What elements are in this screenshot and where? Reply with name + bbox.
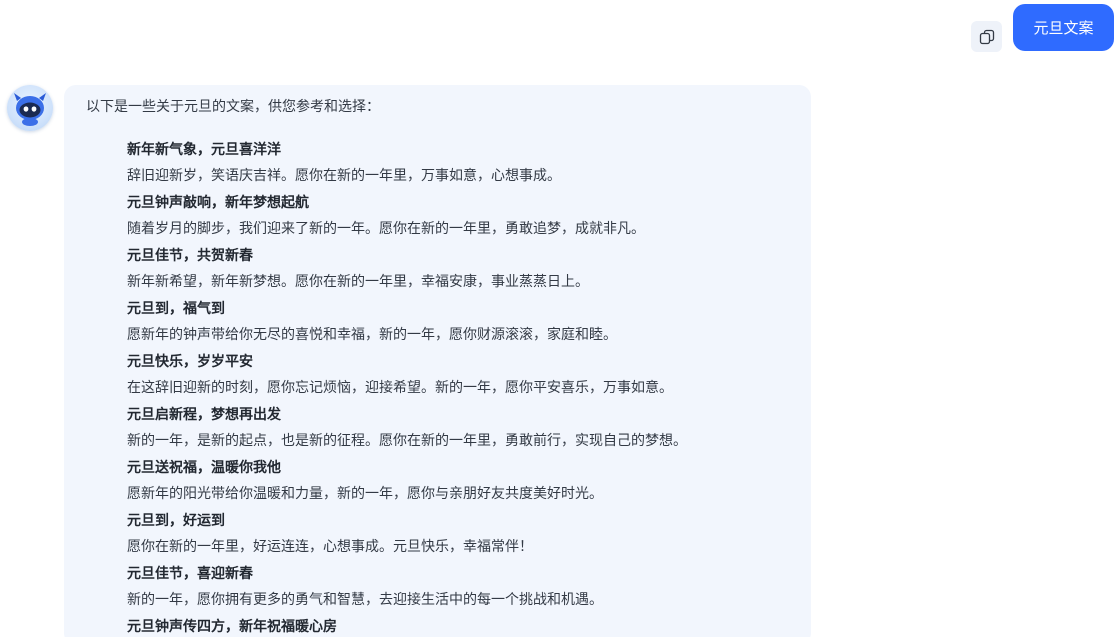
entry-body: 辞旧迎新岁，笑语庆吉祥。愿你在新的一年里，万事如意，心想事成。 — [127, 168, 561, 184]
copy-icon — [979, 29, 995, 45]
chat-page: 元旦文案 以下是一些关于元旦的文案，供您参考和选择： 新年新气象，元旦喜洋洋 辞… — [0, 0, 1120, 637]
entry-body: 在这辞旧迎新的时刻，愿你忘记烦恼，迎接希望。新的一年，愿你平安喜乐，万事如意。 — [127, 380, 673, 396]
entry-title: 元旦佳节，喜迎新春 — [127, 566, 253, 582]
copywriting-list: 新年新气象，元旦喜洋洋 辞旧迎新岁，笑语庆吉祥。愿你在新的一年里，万事如意，心想… — [127, 137, 797, 637]
entry-title: 元旦到，好运到 — [127, 513, 225, 529]
list-item: 元旦到，福气到 愿新年的钟声带给你无尽的喜悦和幸福，新的一年，愿你财源滚滚，家庭… — [127, 296, 797, 349]
list-item: 元旦到，好运到 愿你在新的一年里，好运连连，心想事成。元旦快乐，幸福常伴！ — [127, 508, 797, 561]
entry-title: 元旦启新程，梦想再出发 — [127, 407, 281, 423]
copy-button[interactable] — [971, 21, 1002, 52]
list-item: 新年新气象，元旦喜洋洋 辞旧迎新岁，笑语庆吉祥。愿你在新的一年里，万事如意，心想… — [127, 137, 797, 190]
reply-intro: 以下是一些关于元旦的文案，供您参考和选择： — [86, 99, 380, 115]
entry-title: 元旦钟声传四方，新年祝福暖心房 — [127, 619, 337, 635]
list-item: 元旦佳节，喜迎新春 新的一年，愿你拥有更多的勇气和智慧，去迎接生活中的每一个挑战… — [127, 561, 797, 614]
list-item: 元旦送祝福，温暖你我他 愿新年的阳光带给你温暖和力量，新的一年，愿你与亲朋好友共… — [127, 455, 797, 508]
list-item: 元旦佳节，共贺新春 新年新希望，新年新梦想。愿你在新的一年里，幸福安康，事业蒸蒸… — [127, 243, 797, 296]
list-item: 元旦快乐，岁岁平安 在这辞旧迎新的时刻，愿你忘记烦恼，迎接希望。新的一年，愿你平… — [127, 349, 797, 402]
entry-body: 愿你在新的一年里，好运连连，心想事成。元旦快乐，幸福常伴！ — [127, 539, 533, 555]
list-item: 元旦启新程，梦想再出发 新的一年，是新的起点，也是新的征程。愿你在新的一年里，勇… — [127, 402, 797, 455]
entry-body: 愿新年的钟声带给你无尽的喜悦和幸福，新的一年，愿你财源滚滚，家庭和睦。 — [127, 327, 617, 343]
entry-title: 元旦快乐，岁岁平安 — [127, 354, 253, 370]
user-message-bubble[interactable]: 元旦文案 — [1013, 4, 1114, 51]
entry-title: 元旦到，福气到 — [127, 301, 225, 317]
entry-title: 元旦佳节，共贺新春 — [127, 248, 253, 264]
entry-body: 愿新年的阳光带给你温暖和力量，新的一年，愿你与亲朋好友共度美好时光。 — [127, 486, 603, 502]
entry-body: 随着岁月的脚步，我们迎来了新的一年。愿你在新的一年里，勇敢追梦，成就非凡。 — [127, 221, 645, 237]
list-item: 元旦钟声传四方，新年祝福暖心房 — [127, 614, 797, 637]
entry-title: 元旦钟声敲响，新年梦想起航 — [127, 195, 309, 211]
entry-body: 新的一年，愿你拥有更多的勇气和智慧，去迎接生活中的每一个挑战和机遇。 — [127, 592, 603, 608]
entry-body: 新年新希望，新年新梦想。愿你在新的一年里，幸福安康，事业蒸蒸日上。 — [127, 274, 589, 290]
robot-avatar-icon — [7, 85, 53, 131]
entry-body: 新的一年，是新的起点，也是新的征程。愿你在新的一年里，勇敢前行，实现自己的梦想。 — [127, 433, 687, 449]
assistant-avatar — [7, 85, 53, 131]
list-item: 元旦钟声敲响，新年梦想起航 随着岁月的脚步，我们迎来了新的一年。愿你在新的一年里… — [127, 190, 797, 243]
entry-title: 新年新气象，元旦喜洋洋 — [127, 142, 281, 158]
entry-title: 元旦送祝福，温暖你我他 — [127, 460, 281, 476]
